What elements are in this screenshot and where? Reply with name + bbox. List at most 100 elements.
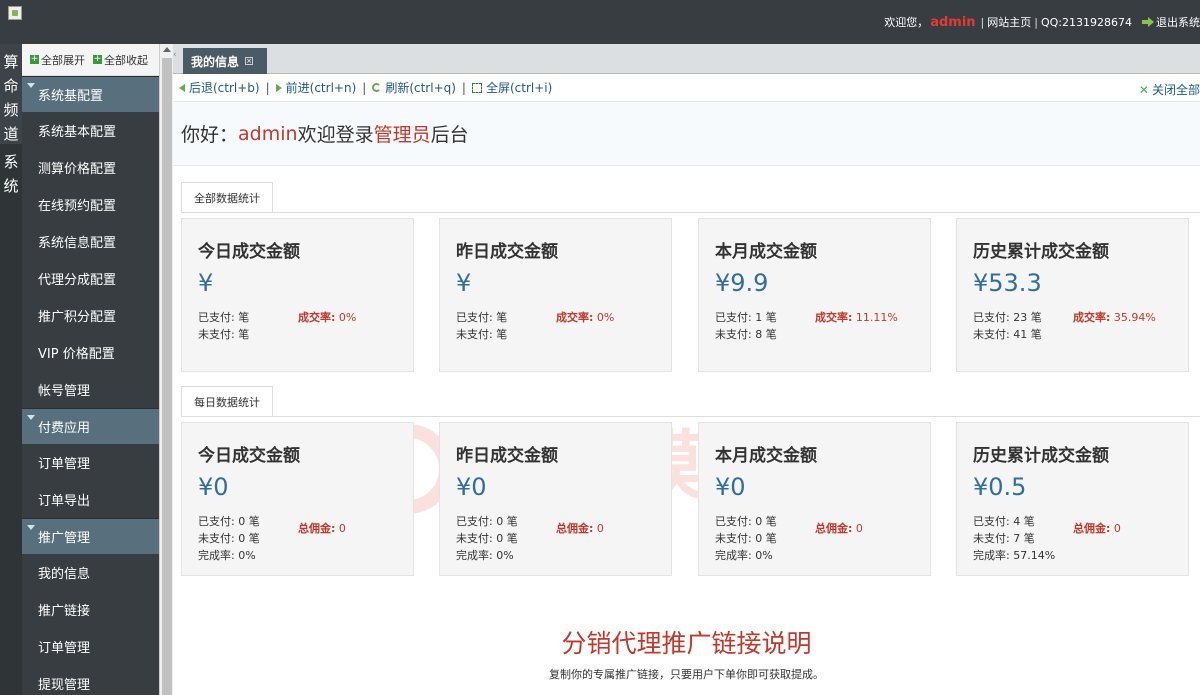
commission-value: 0 bbox=[852, 522, 863, 535]
conversion-rate: 成交率: 0% bbox=[556, 309, 614, 325]
divider bbox=[181, 416, 1200, 417]
conversion-label: 成交率: bbox=[815, 311, 853, 324]
sidebar-item[interactable]: 订单导出 bbox=[22, 481, 159, 518]
card-title: 本月成交金额 bbox=[715, 446, 817, 466]
commission-card-today: 今日成交金额 ¥0 已支付: 0 笔 未支付: 0 笔 完成率: 0% 总佣金:… bbox=[181, 422, 414, 576]
paid-count: 已支付: 0 笔 bbox=[198, 515, 260, 528]
card-title: 历史累计成交金额 bbox=[973, 446, 1109, 466]
tab-my-info[interactable]: 我的信息 × bbox=[183, 48, 268, 74]
sidebar-item[interactable]: 推广链接 bbox=[22, 591, 159, 628]
sidebar-item[interactable]: 系统信息配置 bbox=[22, 223, 159, 260]
collapse-all-label: 全部收起 bbox=[104, 53, 148, 67]
conversion-rate: 成交率: 11.11% bbox=[815, 309, 898, 325]
commission-label: 总佣金: bbox=[298, 522, 336, 535]
unpaid-count: 未支付: 笔 bbox=[456, 328, 508, 341]
commission-label: 总佣金: bbox=[1073, 522, 1111, 535]
commission-value: 0 bbox=[335, 522, 346, 535]
commission-label: 总佣金: bbox=[556, 522, 594, 535]
refresh-button[interactable]: 刷新(ctrl+q) bbox=[372, 79, 456, 96]
unpaid-count: 未支付: 0 笔 bbox=[456, 532, 518, 545]
collapse-all-button[interactable]: + 全部收起 bbox=[93, 52, 148, 68]
sidebar-item[interactable]: 帐号管理 bbox=[22, 371, 159, 408]
welcome-banner: 你好： admin 欢迎登录 管理员 后台 bbox=[173, 102, 1200, 166]
fullscreen-button[interactable]: 全屏(ctrl+i) bbox=[471, 79, 552, 96]
commission-card-month: 本月成交金额 ¥0 已支付: 0 笔 未支付: 0 笔 完成率: 0% 总佣金:… bbox=[698, 422, 931, 576]
sidebar-item[interactable]: 在线预约配置 bbox=[22, 186, 159, 223]
back-button[interactable]: 后退(ctrl+b) bbox=[179, 79, 260, 96]
unpaid-count: 未支付: 8 笔 bbox=[715, 328, 777, 341]
sidebar: + 全部展开 + 全部收起 系统基配置 系统基本配置 测算价格配置 在线预约配置… bbox=[22, 44, 159, 695]
tab-label: 我的信息 bbox=[191, 54, 240, 69]
separator: | bbox=[461, 80, 466, 95]
sidebar-scrollbar[interactable] bbox=[159, 44, 173, 695]
welcome-role: 管理员 bbox=[373, 124, 431, 146]
sidebar-item[interactable]: 系统基本配置 bbox=[22, 112, 159, 149]
logout-link[interactable]: 退出系统 bbox=[1156, 14, 1200, 30]
group-title: 付费应用 bbox=[38, 421, 91, 436]
site-home-link[interactable]: 网站主页 bbox=[987, 14, 1031, 30]
channel-system[interactable]: 系统 bbox=[0, 144, 22, 198]
separator: | bbox=[980, 15, 985, 29]
sidebar-item[interactable]: 提现管理 bbox=[22, 665, 159, 695]
caret-down-icon bbox=[27, 83, 35, 88]
card-title: 昨日成交金额 bbox=[456, 242, 558, 262]
conversion-rate: 成交率: 0% bbox=[298, 309, 356, 325]
card-amount: ¥0.5 bbox=[973, 473, 1027, 501]
card-amount: ¥ bbox=[456, 269, 472, 297]
welcome-username: admin bbox=[238, 122, 298, 145]
minus-icon: + bbox=[93, 54, 102, 64]
sidebar-item[interactable]: 代理分成配置 bbox=[22, 260, 159, 297]
stat-card-history: 历史累计成交金额 ¥53.3 已支付: 23 笔 未支付: 41 笔 成交率: … bbox=[956, 218, 1189, 372]
stat-card-today: 今日成交金额 ¥ 已支付: 笔 未支付: 笔 成交率: 0% bbox=[181, 218, 414, 372]
fullscreen-icon bbox=[471, 82, 482, 93]
paid-count: 已支付: 0 笔 bbox=[456, 515, 518, 528]
sidebar-item[interactable]: 测算价格配置 bbox=[22, 149, 159, 186]
logout-icon[interactable] bbox=[1142, 16, 1154, 28]
sidebar-item[interactable]: 推广积分配置 bbox=[22, 297, 159, 334]
sidebar-group-system-config[interactable]: 系统基配置 bbox=[22, 76, 159, 112]
close-all-label: 关闭全部 bbox=[1151, 83, 1200, 97]
main-panel: ‹ 我的信息 × 后退(ctrl+b) | 前进(ctrl+n) | 刷新(ct… bbox=[173, 44, 1200, 695]
completion-rate: 完成率: 0% bbox=[198, 549, 256, 562]
sidebar-group-promotion[interactable]: 推广管理 bbox=[22, 518, 159, 554]
tab-scroll-left-icon[interactable]: ‹ bbox=[173, 50, 181, 68]
conversion-value: 35.94% bbox=[1110, 311, 1156, 324]
separator: | bbox=[362, 80, 367, 95]
sidebar-item[interactable]: 订单管理 bbox=[22, 628, 159, 665]
sidebar-item[interactable]: 我的信息 bbox=[22, 554, 159, 591]
sidebar-item[interactable]: VIP 价格配置 bbox=[22, 334, 159, 371]
scroll-up-arrow-icon[interactable] bbox=[163, 47, 171, 52]
unpaid-count: 未支付: 0 笔 bbox=[715, 532, 777, 545]
stat-card-month: 本月成交金额 ¥9.9 已支付: 1 笔 未支付: 8 笔 成交率: 11.11… bbox=[698, 218, 931, 372]
paid-count: 已支付: 23 笔 bbox=[973, 311, 1042, 324]
paid-count: 已支付: 笔 bbox=[198, 311, 250, 324]
card-title: 昨日成交金额 bbox=[456, 446, 558, 466]
card-amount: ¥0 bbox=[456, 473, 487, 501]
commission-label: 总佣金: bbox=[815, 522, 853, 535]
total-commission: 总佣金: 0 bbox=[556, 520, 604, 536]
tab-daily-stats[interactable]: 每日数据统计 bbox=[181, 386, 273, 416]
group-title: 系统基配置 bbox=[38, 89, 104, 104]
refresh-label: 刷新(ctrl+q) bbox=[385, 81, 456, 95]
expand-all-button[interactable]: + 全部展开 bbox=[30, 52, 85, 68]
forward-button[interactable]: 前进(ctrl+n) bbox=[275, 79, 357, 96]
channel-fortune[interactable]: 算命频道 bbox=[0, 44, 22, 144]
completion-rate: 完成率: 57.14% bbox=[973, 549, 1056, 562]
sidebar-group-paid-apps[interactable]: 付费应用 bbox=[22, 408, 159, 444]
logo-broken-image-icon bbox=[8, 6, 22, 20]
sidebar-item[interactable]: 订单管理 bbox=[22, 444, 159, 481]
commission-value: 0 bbox=[1110, 522, 1121, 535]
conversion-value: 0% bbox=[593, 311, 615, 324]
forward-label: 前进(ctrl+n) bbox=[285, 81, 357, 95]
close-icon[interactable]: × bbox=[245, 57, 254, 65]
unpaid-count: 未支付: 41 笔 bbox=[973, 328, 1042, 341]
separator: | bbox=[1034, 15, 1038, 29]
tab-all-stats[interactable]: 全部数据统计 bbox=[181, 182, 273, 212]
explain-title: 分销代理推广链接说明 bbox=[561, 629, 812, 658]
total-commission: 总佣金: 0 bbox=[815, 520, 863, 536]
paid-count: 已支付: 笔 bbox=[456, 311, 508, 324]
close-all-button[interactable]: ✕ 关闭全部 bbox=[1139, 81, 1200, 98]
back-label: 后退(ctrl+b) bbox=[189, 81, 260, 95]
expand-all-label: 全部展开 bbox=[41, 53, 85, 67]
scroll-thumb[interactable] bbox=[162, 58, 172, 695]
